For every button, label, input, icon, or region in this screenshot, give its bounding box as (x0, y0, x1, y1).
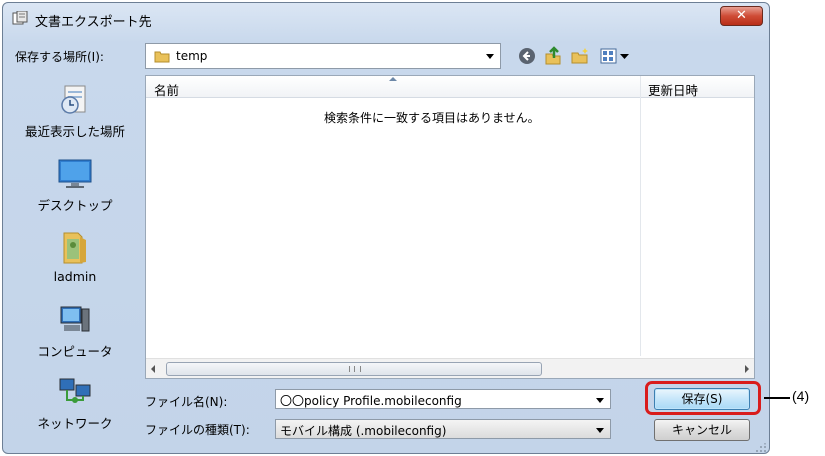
chevron-down-icon (596, 428, 604, 433)
filename-label: ファイル名(N): (145, 395, 228, 409)
grip-icon (349, 366, 361, 372)
callout-line (764, 397, 790, 399)
place-label: コンピュータ (37, 344, 113, 359)
scroll-thumb[interactable] (166, 362, 542, 376)
cancel-button[interactable]: キャンセル (654, 419, 750, 441)
chevron-down-icon (486, 54, 494, 59)
computer-icon (60, 306, 90, 332)
callout-label: (4) (792, 388, 810, 404)
horizontal-scrollbar[interactable] (146, 358, 754, 378)
scroll-left-icon[interactable] (151, 365, 155, 373)
close-icon: ✕ (736, 8, 747, 23)
user-folder-icon (63, 232, 86, 264)
scroll-right-icon[interactable] (745, 365, 749, 373)
save-button-highlight (645, 381, 761, 415)
window-title: 文書エクスポート先 (35, 15, 152, 30)
place-computer[interactable]: コンピュータ (9, 303, 141, 360)
list-header: 名前 更新日時 (146, 76, 754, 98)
resize-grip-icon[interactable] (755, 443, 767, 453)
close-button[interactable]: ✕ (720, 6, 763, 26)
place-label: ladmin (53, 269, 97, 284)
recent-places-icon (61, 85, 86, 114)
save-in-value: temp (176, 49, 208, 63)
sort-ascending-icon (389, 77, 397, 81)
place-label: 最近表示した場所 (24, 124, 125, 139)
column-header-modified[interactable]: 更新日時 (648, 80, 698, 99)
filetype-dropdown[interactable]: モバイル構成 (.mobileconfig) (275, 419, 611, 439)
column-header-name[interactable]: 名前 (154, 80, 179, 99)
column-divider (640, 76, 641, 356)
place-desktop[interactable]: デスクトップ (9, 157, 141, 214)
empty-message: 検索条件に一致する項目はありません。 (324, 111, 540, 125)
app-icon (12, 11, 28, 25)
file-list[interactable]: 名前 更新日時 検索条件に一致する項目はありません。 (145, 75, 755, 379)
up-folder-icon[interactable] (543, 46, 563, 66)
place-ladmin[interactable]: ladmin (9, 229, 141, 284)
desktop-icon (58, 159, 92, 188)
filename-value: 〇〇policy Profile.mobileconfig (280, 394, 462, 408)
view-menu-icon[interactable] (599, 46, 631, 66)
save-in-dropdown[interactable]: temp (145, 43, 501, 69)
back-icon[interactable] (517, 46, 537, 66)
place-recent[interactable]: 最近表示した場所 (9, 83, 141, 140)
filetype-label: ファイルの種類(T): (145, 423, 250, 437)
place-label: デスクトップ (37, 198, 113, 213)
chevron-down-icon[interactable] (596, 398, 604, 403)
save-in-label: 保存する場所(I): (15, 50, 104, 64)
new-folder-icon[interactable] (570, 46, 590, 66)
folder-icon (154, 51, 170, 63)
title-bar[interactable]: 文書エクスポート先 ✕ (3, 3, 769, 33)
filename-input[interactable]: 〇〇policy Profile.mobileconfig (275, 389, 611, 409)
filetype-value: モバイル構成 (.mobileconfig) (280, 424, 447, 438)
